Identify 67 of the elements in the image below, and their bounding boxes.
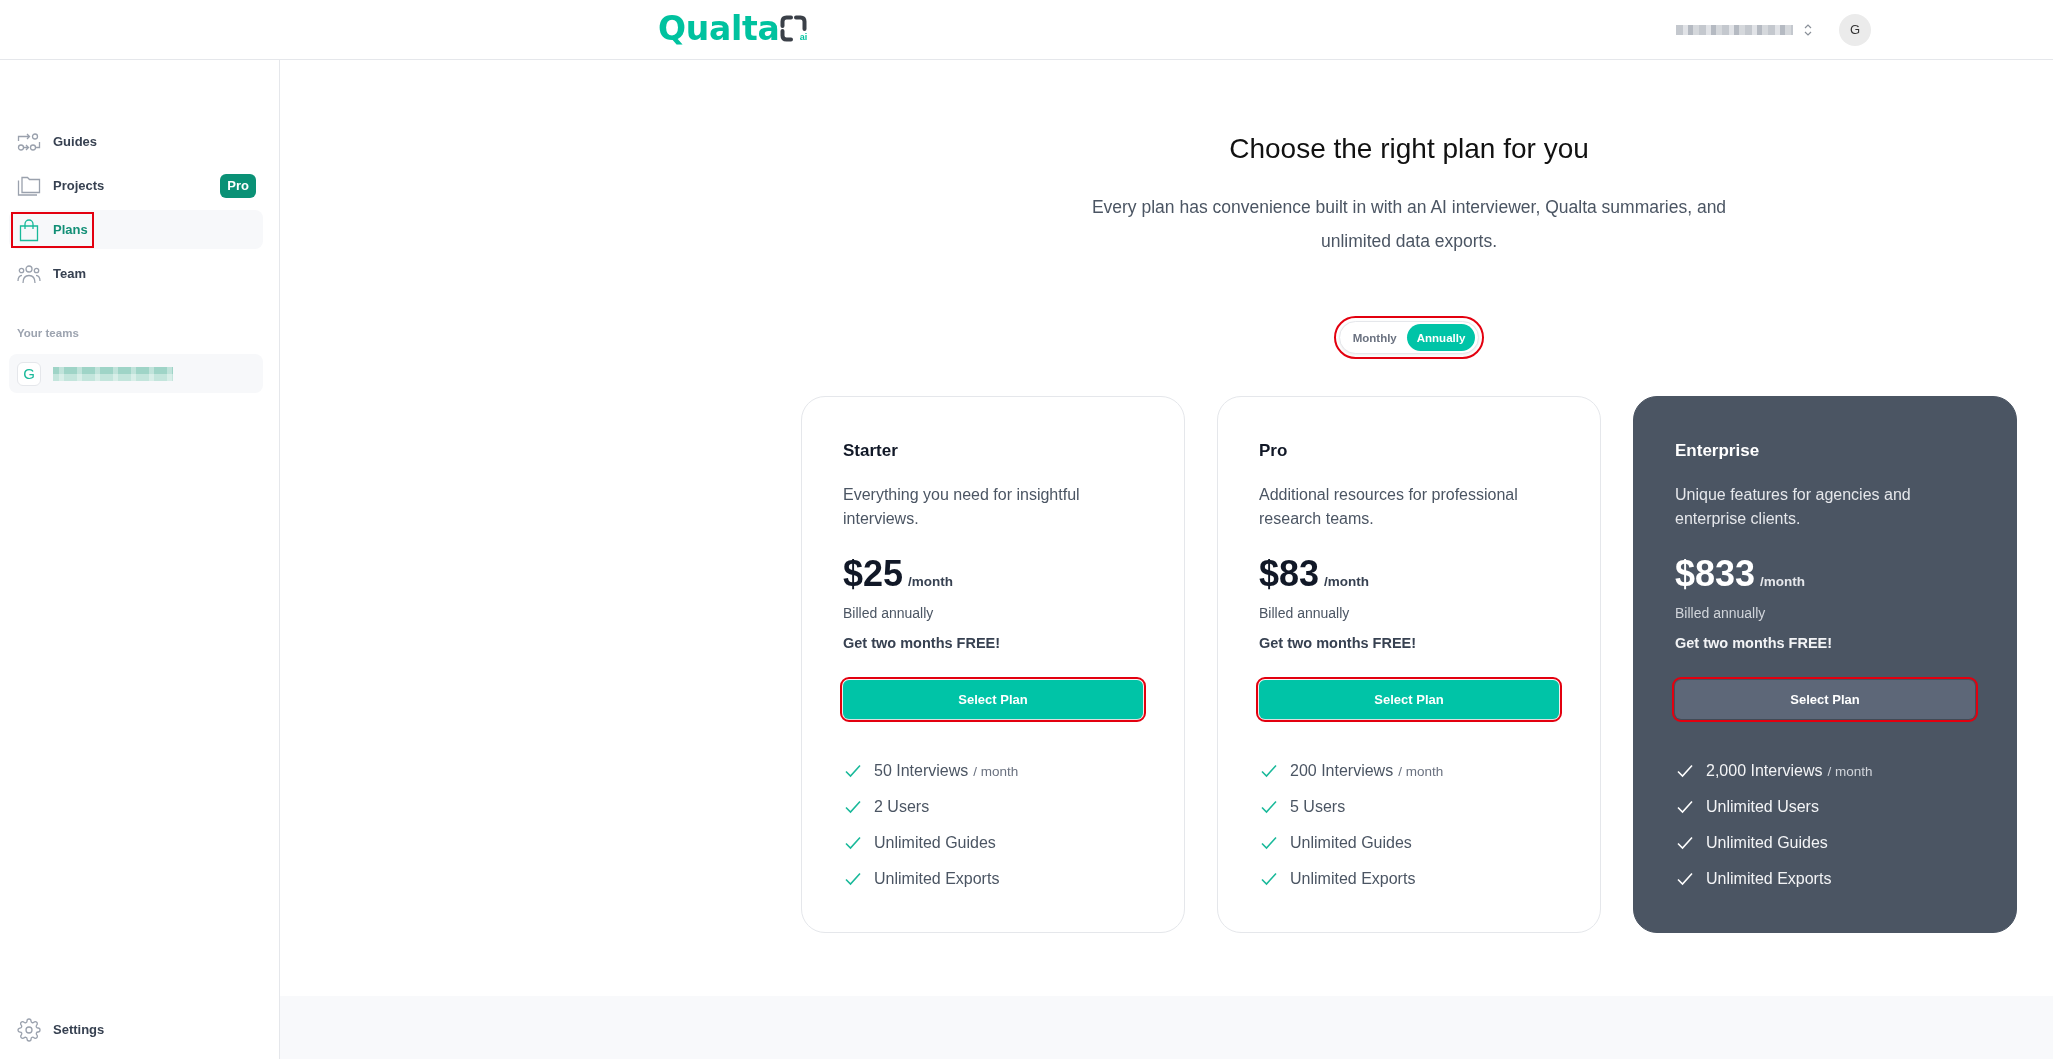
check-icon bbox=[1677, 800, 1693, 814]
feature-text: Unlimited Exports bbox=[1706, 870, 1832, 888]
feature-text: 50 Interviews bbox=[874, 762, 969, 780]
feature-text: Unlimited Users bbox=[1706, 798, 1819, 816]
logo-suffix: ai bbox=[799, 32, 808, 42]
plan-name: Starter bbox=[843, 440, 899, 462]
feature-unit: / month bbox=[973, 763, 1019, 779]
logo-bracket-icon bbox=[780, 14, 808, 42]
settings-icon bbox=[17, 1017, 41, 1042]
check-icon bbox=[845, 800, 861, 814]
feature-text: 2,000 Interviews bbox=[1706, 762, 1823, 780]
check-icon bbox=[845, 764, 861, 778]
workspace-avatar: G bbox=[17, 361, 41, 386]
promo-text: Get two months FREE! bbox=[1259, 634, 1418, 653]
feature-text: Unlimited Guides bbox=[1706, 834, 1828, 852]
sidebar-item[interactable]: Team bbox=[9, 254, 263, 293]
feature-text: 2 Users bbox=[874, 798, 930, 816]
promo-text: Get two months FREE! bbox=[1675, 634, 1834, 653]
plan-description: Additional resources for professional research teams. bbox=[1259, 485, 1519, 529]
plan-description: Unique features for agencies and enterprise clients. bbox=[1675, 485, 1912, 529]
select-plan-button[interactable]: Select Plan bbox=[1675, 680, 1975, 719]
check-icon bbox=[845, 872, 861, 886]
billing-note: Billed annually bbox=[843, 604, 935, 623]
check-icon bbox=[1677, 764, 1693, 778]
plan-description: Everything you need for insightful interviews. bbox=[843, 485, 1081, 529]
section-label: Your teams bbox=[17, 326, 80, 341]
page-subtitle: Every plan has convenience built in with an AI interviewer, Qualta summaries, and unlimited data exports. bbox=[1090, 196, 1728, 253]
promo-text: Get two months FREE! bbox=[843, 634, 1002, 653]
sidebar-item[interactable]: Projects Pro bbox=[9, 166, 263, 205]
feature-text: 200 Interviews bbox=[1290, 762, 1394, 780]
billing-note: Billed annually bbox=[1675, 604, 1767, 623]
feature-unit: / month bbox=[1398, 763, 1444, 779]
check-icon bbox=[1677, 872, 1693, 886]
feature-text: Unlimited Exports bbox=[1290, 870, 1416, 888]
feature-text: Unlimited Guides bbox=[1290, 834, 1412, 852]
plan-name: Pro bbox=[1259, 440, 1289, 462]
price-period: /month bbox=[908, 574, 954, 589]
page-title: Choose the right plan for you bbox=[1229, 132, 1589, 166]
price-period: /month bbox=[1760, 574, 1806, 589]
plan-price: $25 bbox=[843, 552, 904, 596]
check-icon bbox=[1677, 836, 1693, 850]
bag-icon bbox=[17, 217, 41, 242]
check-icon bbox=[1261, 800, 1277, 814]
plan-name: Enterprise bbox=[1675, 440, 1761, 462]
plan-price: $83 bbox=[1259, 552, 1320, 596]
plan-tag: Pro bbox=[220, 173, 256, 198]
feature-text: 5 Users bbox=[1290, 798, 1346, 816]
check-icon bbox=[1261, 836, 1277, 850]
price-period: /month bbox=[1324, 574, 1370, 589]
billing-note: Billed annually bbox=[1259, 604, 1351, 623]
billing-option[interactable]: Monthly bbox=[1342, 324, 1407, 351]
flow-icon bbox=[17, 131, 41, 152]
check-icon bbox=[845, 836, 861, 850]
chevron-updown-icon[interactable] bbox=[1803, 22, 1813, 37]
feature-text: Unlimited Guides bbox=[874, 834, 996, 852]
feature-unit: / month bbox=[1827, 763, 1873, 779]
logo-text: Qualta bbox=[658, 13, 780, 44]
sidebar-item[interactable]: Guides bbox=[9, 122, 263, 161]
check-icon bbox=[1261, 764, 1277, 778]
folder-icon bbox=[17, 175, 41, 196]
user-avatar[interactable]: G bbox=[1839, 13, 1871, 46]
plan-price: $833 bbox=[1675, 552, 1756, 596]
people-icon bbox=[17, 263, 41, 284]
sidebar-item[interactable]: Plans bbox=[9, 210, 263, 249]
check-icon bbox=[1261, 872, 1277, 886]
settings-item[interactable]: Settings bbox=[9, 1010, 263, 1049]
feature-text: Unlimited Exports bbox=[874, 870, 1000, 888]
